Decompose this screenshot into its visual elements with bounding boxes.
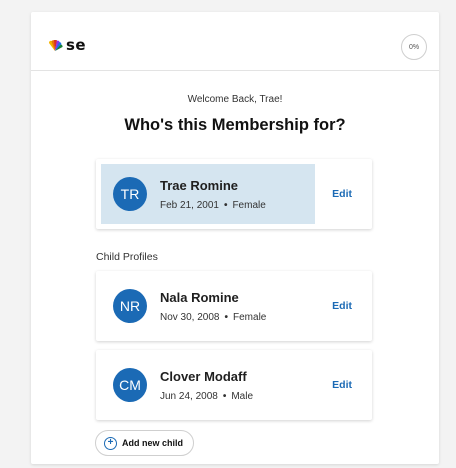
profile-dob: Nov 30, 2008 (160, 311, 220, 323)
profile-name: Nala Romine (160, 289, 239, 305)
peacock-logo-icon (48, 39, 63, 51)
profile-gender: Male (231, 390, 254, 402)
brand-logo[interactable]: se (47, 36, 87, 54)
profile-dob: Feb 21, 2001 (160, 199, 219, 211)
child-profiles-heading: Child Profiles (96, 251, 158, 263)
profile-content: CM Clover Modaff Jun 24, 2008 • Male (101, 355, 315, 415)
progress-indicator: 0% (401, 34, 427, 60)
profile-name: Clover Modaff (160, 368, 247, 384)
avatar: CM (113, 368, 147, 402)
profile-meta: Feb 21, 2001 • Female (160, 200, 266, 211)
profile-info: Nala Romine Nov 30, 2008 • Female (160, 290, 266, 323)
separator-dot: • (223, 199, 228, 211)
header: se 0% (31, 12, 439, 71)
avatar: TR (113, 177, 147, 211)
profile-gender: Female (233, 311, 267, 323)
separator-dot: • (224, 311, 229, 323)
membership-card: se 0% Welcome Back, Trae! Who's this Mem… (31, 12, 439, 464)
welcome-message: Welcome Back, Trae! (187, 94, 283, 105)
edit-button[interactable]: Edit (332, 159, 352, 229)
profile-gender: Female (232, 199, 266, 211)
profile-dob: Jun 24, 2008 (160, 390, 218, 402)
edit-button[interactable]: Edit (332, 271, 352, 341)
add-new-child-label: Add new child (122, 438, 184, 448)
profile-name: Trae Romine (160, 177, 239, 193)
plus-circle-icon: + (104, 436, 117, 450)
profile-info: Trae Romine Feb 21, 2001 • Female (160, 178, 266, 211)
profile-card-child[interactable]: NR Nala Romine Nov 30, 2008 • Female Edit (96, 271, 372, 341)
brand-wordmark: se (66, 36, 87, 54)
progress-label: 0% (408, 43, 420, 51)
add-new-child-button[interactable]: + Add new child (95, 430, 195, 456)
profile-content: NR Nala Romine Nov 30, 2008 • Female (101, 276, 315, 336)
separator-dot: • (222, 390, 227, 402)
profile-card-child[interactable]: CM Clover Modaff Jun 24, 2008 • Male Edit (96, 350, 372, 420)
avatar: NR (113, 289, 147, 323)
profile-meta: Jun 24, 2008 • Male (160, 391, 253, 402)
profile-info: Clover Modaff Jun 24, 2008 • Male (160, 369, 253, 402)
profile-meta: Nov 30, 2008 • Female (160, 312, 266, 323)
edit-button[interactable]: Edit (332, 350, 352, 420)
profile-selected-highlight: TR Trae Romine Feb 21, 2001 • Female (101, 164, 315, 224)
page-title: Who's this Membership for? (124, 116, 346, 134)
profile-card-primary[interactable]: TR Trae Romine Feb 21, 2001 • Female Edit (96, 159, 372, 229)
